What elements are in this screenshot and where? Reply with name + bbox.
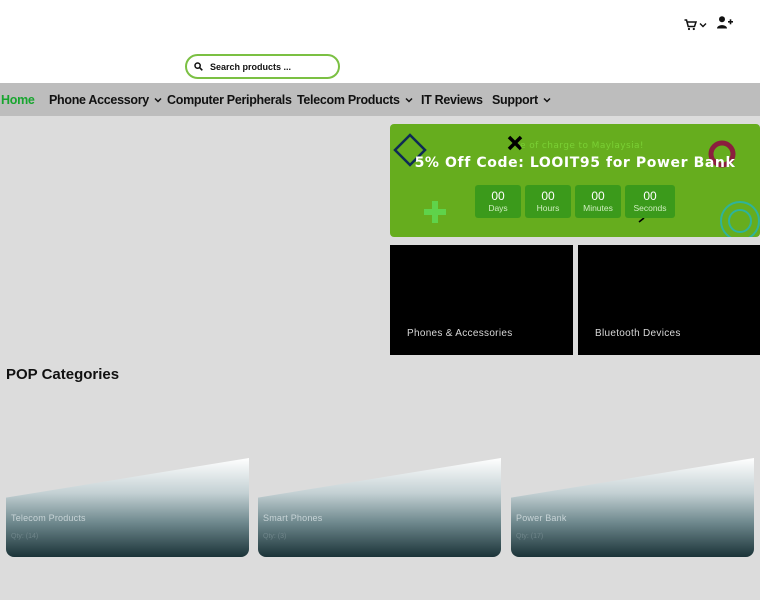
nav-item-it-reviews[interactable]: IT Reviews [421,83,483,116]
countdown-minutes: 00 Minutes [575,185,621,218]
cart-icon [684,19,697,31]
countdown-unit: Seconds [633,202,667,213]
countdown-timer: 00 Days 00 Hours 00 Minutes 00 Seconds [475,185,675,218]
nav-item-label: Phone Accessory [49,92,149,107]
nav-item-label: IT Reviews [421,92,483,107]
nav-item-support[interactable]: Support [492,83,551,116]
countdown-value: 00 [491,188,505,203]
nav-item-label: Computer Peripherals [167,92,292,107]
category-card-telecom-products[interactable]: Telecom Products Qty: (14) [6,458,249,557]
category-qty: Qty: (14) [11,533,39,540]
countdown-value: 00 [643,188,657,203]
promo-banner[interactable]: e of charge to Maylaysia! 5% Off Code: L… [390,124,760,237]
countdown-value: 00 [591,188,605,203]
category-name: Telecom Products [11,513,86,523]
countdown-value: 00 [541,188,555,203]
countdown-hours: 00 Hours [525,185,571,218]
countdown-unit: Minutes [583,202,613,213]
double-ring-icon [720,201,760,237]
nav-item-phone-accessory[interactable]: Phone Accessory [49,83,162,116]
chevron-down-icon [543,97,551,103]
category-name: Power Bank [516,513,567,523]
search-input[interactable] [210,61,320,72]
main-navigation: Home Phone Accessory Computer Peripheral… [0,83,760,116]
nav-item-telecom-products[interactable]: Telecom Products [297,83,413,116]
category-qty: Qty: (3) [263,533,287,540]
search-icon [194,62,203,71]
nav-item-label: Support [492,92,538,107]
countdown-unit: Days [488,202,508,213]
tile-phones-accessories[interactable]: Phones & Accessories [390,245,573,355]
section-title: POP Categories [6,366,120,383]
category-qty: Qty: (17) [516,533,544,540]
tile-label: Bluetooth Devices [595,328,681,339]
nav-item-computer-peripherals[interactable]: Computer Peripherals [167,83,292,116]
user-plus-icon [717,16,733,29]
tile-bluetooth-devices[interactable]: Bluetooth Devices [578,245,760,355]
chevron-down-icon [699,23,707,28]
promo-subtitle: e of charge to Maylaysia! [520,141,644,151]
nav-item-home[interactable]: Home [1,83,35,116]
account-button[interactable] [717,16,735,34]
nav-item-label: Telecom Products [297,92,400,107]
chevron-down-icon [154,97,162,103]
promo-title: 5% Off Code: LOOIT95 for Power Bank [414,155,736,171]
countdown-seconds: 00 Seconds [625,185,675,218]
cart-button[interactable] [684,16,710,34]
category-card-power-bank[interactable]: Power Bank Qty: (17) [511,458,754,557]
category-name: Smart Phones [263,513,323,523]
tile-label: Phones & Accessories [407,328,513,339]
nav-item-label: Home [1,92,35,107]
category-card-smart-phones[interactable]: Smart Phones Qty: (3) [258,458,501,557]
chevron-down-icon [405,97,413,103]
countdown-unit: Hours [536,202,560,213]
plus-icon [424,201,446,223]
search-box [185,54,340,79]
countdown-days: 00 Days [475,185,521,218]
header-bar [0,0,760,83]
